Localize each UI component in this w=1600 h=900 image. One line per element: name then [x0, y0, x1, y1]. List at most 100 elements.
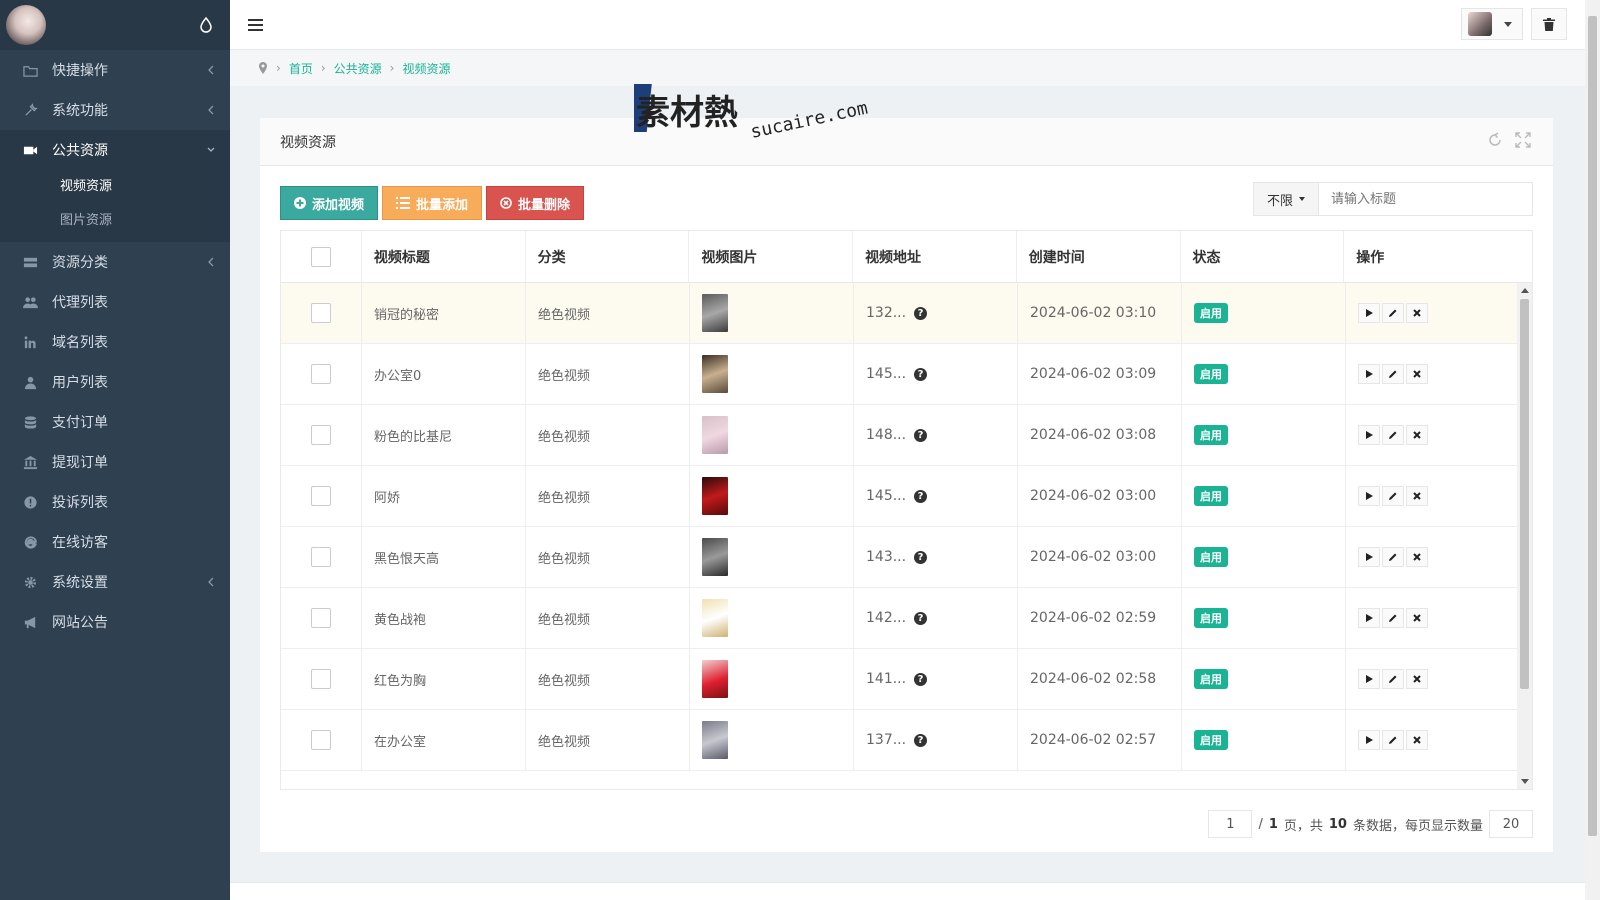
question-circle-icon[interactable]: ?	[914, 367, 928, 381]
edit-button[interactable]	[1382, 364, 1404, 384]
play-button[interactable]	[1358, 303, 1380, 323]
col-header-category[interactable]: 分类	[526, 231, 690, 282]
water-drop-icon[interactable]	[198, 17, 214, 33]
delete-button[interactable]	[1406, 303, 1428, 323]
status-badge[interactable]: 启用	[1194, 486, 1228, 506]
delete-button[interactable]	[1406, 364, 1428, 384]
edit-button[interactable]	[1382, 425, 1404, 445]
user-menu-dropdown[interactable]	[1461, 8, 1523, 40]
status-badge[interactable]: 启用	[1194, 364, 1228, 384]
video-thumbnail[interactable]	[702, 538, 728, 576]
page-size-input[interactable]: 20	[1489, 810, 1533, 838]
status-badge[interactable]: 启用	[1194, 730, 1228, 750]
delete-button[interactable]	[1406, 608, 1428, 628]
status-badge[interactable]: 启用	[1194, 425, 1228, 445]
status-badge[interactable]: 启用	[1194, 303, 1228, 323]
video-thumbnail[interactable]	[702, 599, 728, 637]
play-button[interactable]	[1358, 669, 1380, 689]
question-circle-icon[interactable]: ?	[914, 611, 928, 625]
sidebar-item-user-list[interactable]: 用户列表	[0, 362, 230, 402]
scroll-up-arrow[interactable]	[1521, 288, 1529, 293]
status-filter-dropdown[interactable]: 不限	[1253, 182, 1319, 216]
table-row[interactable]: 阿娇 绝色视频 145...? 2024-06-02 03:00 启用	[281, 466, 1519, 527]
avatar[interactable]	[6, 5, 46, 45]
play-button[interactable]	[1358, 547, 1380, 567]
play-button[interactable]	[1358, 486, 1380, 506]
video-thumbnail[interactable]	[702, 355, 728, 393]
play-button[interactable]	[1358, 730, 1380, 750]
question-circle-icon[interactable]: ?	[914, 672, 928, 686]
video-thumbnail[interactable]	[702, 660, 728, 698]
edit-button[interactable]	[1382, 486, 1404, 506]
col-header-title[interactable]: 视频标题	[362, 231, 526, 282]
batch-add-button[interactable]: 批量添加	[382, 186, 483, 220]
row-checkbox[interactable]	[311, 486, 331, 506]
fullscreen-icon[interactable]	[1515, 132, 1531, 148]
video-thumbnail[interactable]	[702, 294, 728, 332]
col-header-status[interactable]: 状态	[1181, 231, 1345, 282]
breadcrumb-video-resources[interactable]: 视频资源	[402, 60, 450, 77]
edit-button[interactable]	[1382, 608, 1404, 628]
delete-button[interactable]	[1406, 547, 1428, 567]
submenu-item-video-resources[interactable]: 视频资源	[0, 170, 230, 204]
sidebar-item-agent-list[interactable]: 代理列表	[0, 282, 230, 322]
question-circle-icon[interactable]: ?	[914, 428, 928, 442]
question-circle-icon[interactable]: ?	[914, 733, 928, 747]
breadcrumb-public-resources[interactable]: 公共资源	[334, 60, 382, 77]
refresh-icon[interactable]	[1487, 132, 1503, 148]
edit-button[interactable]	[1382, 669, 1404, 689]
breadcrumb-home[interactable]: 首页	[289, 60, 313, 77]
col-header-created[interactable]: 创建时间	[1017, 231, 1181, 282]
sidebar-item-public-resources[interactable]: 公共资源	[0, 130, 230, 170]
scroll-down-arrow[interactable]	[1521, 779, 1529, 784]
menu-toggle-icon[interactable]	[248, 17, 263, 33]
play-button[interactable]	[1358, 425, 1380, 445]
question-circle-icon[interactable]: ?	[914, 306, 928, 320]
status-badge[interactable]: 启用	[1194, 547, 1228, 567]
table-row[interactable]: 在办公室 绝色视频 137...? 2024-06-02 02:57 启用	[281, 710, 1519, 771]
edit-button[interactable]	[1382, 303, 1404, 323]
edit-button[interactable]	[1382, 730, 1404, 750]
batch-delete-button[interactable]: 批量删除	[486, 186, 585, 220]
table-row[interactable]: 销冠的秘密 绝色视频 132...? 2024-06-02 03:10 启用	[281, 283, 1519, 344]
row-checkbox[interactable]	[311, 608, 331, 628]
sidebar-item-resource-categories[interactable]: 资源分类	[0, 242, 230, 282]
add-video-button[interactable]: 添加视频	[280, 186, 379, 220]
edit-button[interactable]	[1382, 547, 1404, 567]
table-row[interactable]: 粉色的比基尼 绝色视频 148...? 2024-06-02 03:08 启用	[281, 405, 1519, 466]
clear-cache-button[interactable]	[1531, 8, 1567, 40]
sidebar-item-site-notice[interactable]: 网站公告	[0, 602, 230, 642]
question-circle-icon[interactable]: ?	[914, 550, 928, 564]
sidebar-item-system-settings[interactable]: 系统设置	[0, 562, 230, 602]
title-search-input[interactable]	[1319, 182, 1533, 216]
video-thumbnail[interactable]	[702, 416, 728, 454]
row-checkbox[interactable]	[311, 303, 331, 323]
sidebar-item-online-visitors[interactable]: 在线访客	[0, 522, 230, 562]
play-button[interactable]	[1358, 364, 1380, 384]
table-row[interactable]: 黄色战袍 绝色视频 142...? 2024-06-02 02:59 启用	[281, 588, 1519, 649]
play-button[interactable]	[1358, 608, 1380, 628]
question-circle-icon[interactable]: ?	[914, 489, 928, 503]
delete-button[interactable]	[1406, 730, 1428, 750]
delete-button[interactable]	[1406, 486, 1428, 506]
page-number-input[interactable]: 1	[1208, 810, 1253, 838]
sidebar-item-complaint-list[interactable]: 投诉列表	[0, 482, 230, 522]
row-checkbox[interactable]	[311, 425, 331, 445]
sidebar-item-payment-orders[interactable]: 支付订单	[0, 402, 230, 442]
page-scrollbar[interactable]	[1585, 0, 1600, 900]
page-scrollbar-thumb[interactable]	[1588, 16, 1597, 836]
sidebar-item-system-functions[interactable]: 系统功能	[0, 90, 230, 130]
submenu-item-image-resources[interactable]: 图片资源	[0, 204, 230, 238]
status-badge[interactable]: 启用	[1194, 669, 1228, 689]
col-header-image[interactable]: 视频图片	[689, 231, 854, 282]
col-header-url[interactable]: 视频地址	[853, 231, 1017, 282]
sidebar-item-domain-list[interactable]: 域名列表	[0, 322, 230, 362]
row-checkbox[interactable]	[311, 669, 331, 689]
sidebar-item-quick-actions[interactable]: 快捷操作	[0, 50, 230, 90]
table-row[interactable]: 黑色恨天高 绝色视频 143...? 2024-06-02 03:00 启用	[281, 527, 1519, 588]
sidebar-item-withdraw-orders[interactable]: 提现订单	[0, 442, 230, 482]
video-thumbnail[interactable]	[702, 477, 728, 515]
video-thumbnail[interactable]	[702, 721, 728, 759]
select-all-checkbox[interactable]	[310, 246, 331, 267]
table-row[interactable]: 红色为胸 绝色视频 141...? 2024-06-02 02:58 启用	[281, 649, 1519, 710]
